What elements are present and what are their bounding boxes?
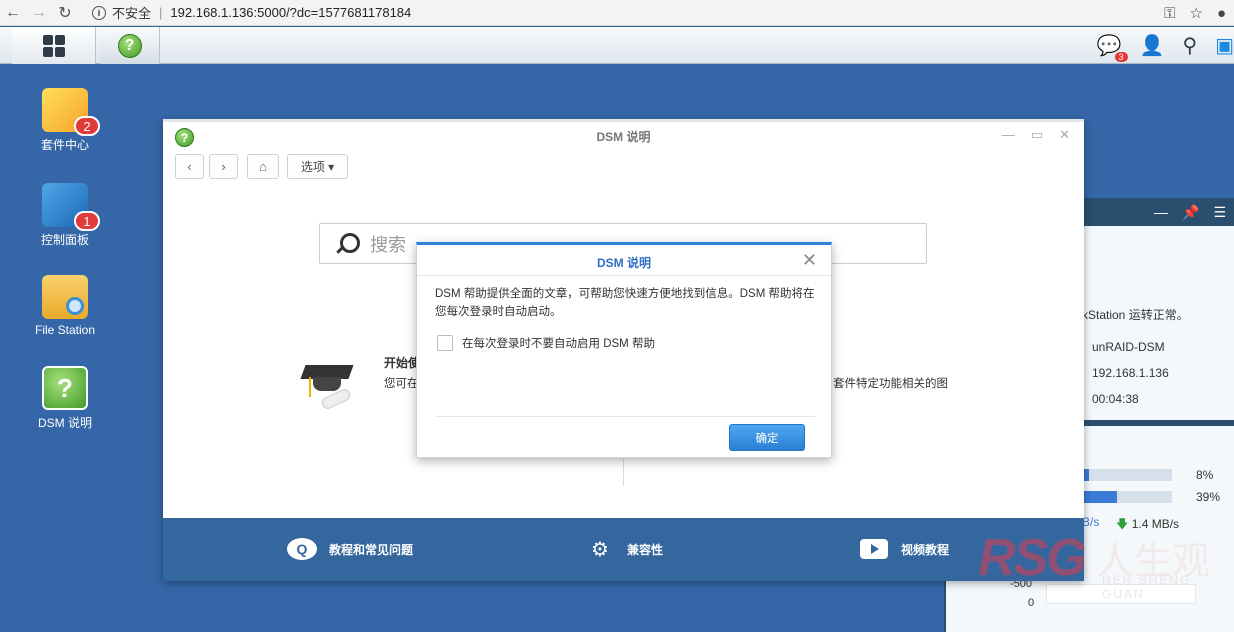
package-description: 套件特定功能相关的图	[833, 378, 948, 390]
video-tutorial-link[interactable]: 视频教程	[859, 536, 949, 562]
help-question-icon: ?	[117, 33, 142, 58]
pin-icon[interactable]: 📌	[1182, 204, 1199, 221]
play-icon	[859, 536, 889, 562]
cpu-bar	[1082, 469, 1172, 481]
widget-header: — 📌 ☰	[1082, 198, 1234, 226]
start-heading[interactable]: 开始使	[384, 354, 420, 371]
faq-link[interactable]: Q 教程和常见问题	[287, 536, 413, 562]
desktop-icon-label: DSM 说明	[37, 416, 92, 430]
upload-speed: B/s	[1082, 515, 1100, 529]
graduation-cap-icon	[300, 359, 354, 415]
key-icon[interactable]: ⚿	[1164, 5, 1175, 22]
info-icon[interactable]: i	[92, 5, 106, 20]
chevron-left-icon: ‹	[187, 159, 192, 174]
faq-label: 教程和常见问题	[329, 542, 414, 557]
minimize-icon[interactable]: —	[1154, 204, 1168, 220]
dsm-taskbar: ? 💬 3 👤 ⚲ ▣	[0, 27, 1234, 64]
back-button[interactable]: ‹	[175, 154, 204, 179]
address-separator: |	[159, 5, 163, 20]
package-center-icon: 2	[42, 88, 100, 136]
dialog-divider	[417, 275, 831, 276]
dialog-message: DSM 帮助提供全面的文章，可帮助您快速方便地找到信息。DSM 帮助将在您每次登…	[435, 288, 815, 318]
widget-uptime: 00:04:38	[1092, 392, 1139, 406]
taskbar-tray: 💬 3 👤 ⚲ ▣	[1097, 27, 1234, 64]
cpu-percent: 8%	[1196, 468, 1214, 482]
browser-toolbar: ← → ↻ i 不安全 | 192.168.1.136:5000/?dc=157…	[0, 0, 1234, 26]
help-footer: Q 教程和常见问题 ⚙ 兼容性 视频教程	[163, 518, 1084, 581]
video-label: 视频教程	[901, 542, 950, 557]
graph-axis-label: 0	[1028, 597, 1035, 609]
control-panel-badge: 1	[74, 211, 100, 231]
desktop-icon-file-station[interactable]: File Station	[20, 275, 110, 337]
notification-icon[interactable]: 💬 3	[1097, 33, 1128, 62]
watermark-pinyin: REN SHENG GUAN	[1102, 573, 1192, 601]
widget-ip: 192.168.1.136	[1092, 366, 1169, 380]
disable-autostart-checkbox[interactable]	[437, 335, 453, 351]
ram-percent: 39%	[1196, 490, 1221, 504]
back-arrow-icon[interactable]: ←	[0, 0, 26, 26]
window-controls: — ▭ ✕	[1002, 127, 1070, 143]
watermark: RSG 人生观 REN SHENG GUAN	[978, 528, 1234, 601]
main-menu-button[interactable]	[12, 27, 96, 64]
desktop-icon-dsm-help[interactable]: ? DSM 说明	[20, 366, 110, 431]
browser-actions: ⚿ ☆ ●	[1164, 0, 1226, 26]
search-icon[interactable]: ⚲	[1182, 33, 1197, 58]
star-icon[interactable]: ☆	[1189, 4, 1202, 22]
desktop-icon-control-panel[interactable]: 1 控制面板	[20, 183, 110, 248]
desktop-icon-package-center[interactable]: 2 套件中心	[20, 88, 110, 153]
watermark-logo: RSG	[978, 529, 1087, 587]
options-dropdown[interactable]: 选项 ▾	[287, 154, 348, 179]
home-button[interactable]: ⌂	[247, 154, 279, 179]
search-icon	[336, 232, 360, 255]
forward-arrow-icon[interactable]: →	[26, 0, 52, 26]
widgets-icon[interactable]: ▣	[1215, 33, 1234, 58]
search-placeholder: 搜索	[370, 234, 406, 255]
forward-button[interactable]: ›	[209, 154, 238, 179]
magnifier-icon	[66, 297, 84, 315]
close-icon[interactable]: ✕	[1059, 127, 1070, 143]
notification-badge: 3	[1114, 52, 1128, 62]
widget-status-text: kStation 运转正常。	[1082, 308, 1189, 322]
package-center-badge: 2	[74, 116, 100, 136]
reload-icon[interactable]: ↻	[52, 0, 78, 26]
maximize-icon[interactable]: ▭	[1031, 127, 1043, 143]
desktop-icon-label: File Station	[34, 323, 96, 337]
address-bar[interactable]: i 不安全 | 192.168.1.136:5000/?dc=157768117…	[92, 3, 411, 22]
widget-server-name: unRAID-DSM	[1092, 340, 1165, 354]
dsm-help-dialog: DSM 说明 ✕ DSM 帮助提供全面的文章，可帮助您快速方便地找到信息。DSM…	[416, 242, 832, 458]
security-label: 不安全	[112, 6, 152, 21]
control-panel-icon: 1	[42, 183, 100, 231]
account-icon[interactable]: ●	[1217, 5, 1226, 22]
file-station-icon	[42, 275, 88, 319]
gears-icon: ⚙	[591, 538, 609, 561]
user-icon[interactable]: 👤	[1140, 33, 1165, 58]
close-icon[interactable]: ✕	[802, 250, 817, 271]
compatibility-link[interactable]: ⚙ 兼容性	[585, 536, 663, 562]
desktop-icon-label: 控制面板	[40, 233, 89, 247]
widget-divider	[1082, 420, 1234, 426]
ok-button[interactable]: 确定	[729, 424, 805, 451]
minimize-icon[interactable]: —	[1002, 127, 1015, 143]
dialog-divider	[435, 416, 815, 417]
dialog-title: DSM 说明	[596, 256, 651, 270]
desktop-icon-label: 套件中心	[40, 138, 89, 152]
compatibility-label: 兼容性	[627, 542, 664, 557]
window-title: DSM 说明	[596, 130, 651, 144]
chevron-right-icon: ›	[221, 159, 226, 174]
url-text[interactable]: 192.168.1.136:5000/?dc=1577681178184	[170, 5, 411, 20]
home-icon: ⌂	[259, 159, 267, 174]
ram-bar	[1082, 491, 1172, 503]
main-menu-icon	[42, 34, 65, 57]
dsm-help-icon: ?	[42, 366, 88, 410]
checkbox-label[interactable]: 在每次登录时不要自动启用 DSM 帮助	[462, 335, 655, 351]
widget-menu-icon[interactable]: ☰	[1213, 204, 1226, 221]
start-description: 您可在	[384, 378, 419, 390]
faq-icon: Q	[287, 536, 317, 562]
taskbar-help-button[interactable]: ?	[100, 27, 160, 64]
